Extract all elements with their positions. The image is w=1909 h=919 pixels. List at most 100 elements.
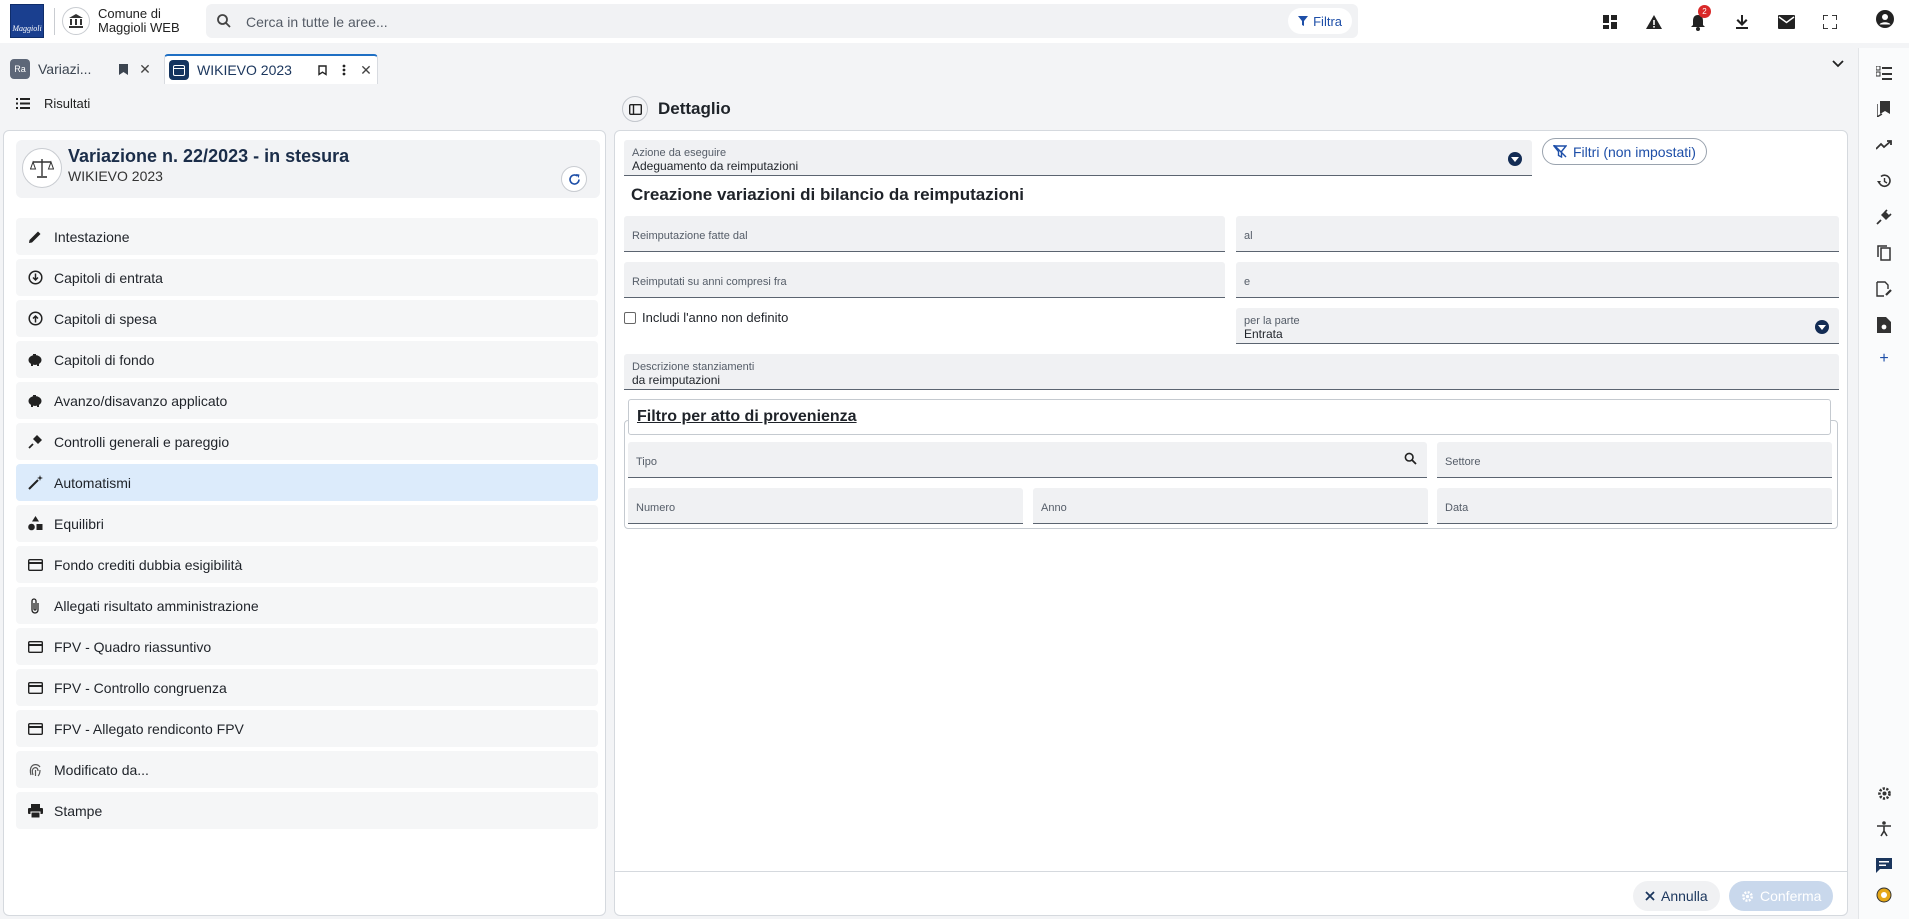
magic-wand-icon — [26, 474, 44, 492]
menu-item-label: Capitoli di entrata — [54, 269, 163, 286]
close-tab-icon[interactable]: ✕ — [134, 61, 156, 78]
maggioli-logo[interactable]: Maggioli — [10, 4, 44, 38]
notifications-icon[interactable]: 2 — [1684, 5, 1712, 36]
card-icon — [26, 556, 44, 574]
menu-item-label: FPV - Quadro riassuntivo — [54, 638, 212, 655]
menu-item-label: FPV - Allegato rendiconto FPV — [54, 720, 244, 737]
dashboard-icon[interactable] — [1596, 8, 1624, 36]
menu-item-allegati-risultato-amministrazione[interactable]: Allegati risultato amministrazione — [16, 587, 598, 624]
chat-icon[interactable] — [1875, 856, 1893, 874]
top-bar: Maggioli Comune di Maggioli WEB Cerca in… — [0, 0, 1909, 43]
checklist-icon[interactable] — [1875, 64, 1893, 82]
numero-label: Numero — [636, 502, 676, 514]
anni-e-field[interactable]: e — [1236, 262, 1839, 298]
bookmark-outline-icon[interactable] — [311, 64, 333, 76]
pencil-icon — [26, 228, 44, 246]
includi-anno-checkbox[interactable] — [624, 311, 636, 324]
confirm-button[interactable]: Conferma — [1729, 881, 1834, 911]
menu-item-intestazione[interactable]: Intestazione — [16, 218, 598, 255]
chevron-down-icon[interactable] — [1832, 60, 1844, 68]
menu-item-label: Stampe — [54, 802, 103, 819]
azione-select[interactable]: Azione da eseguire Adeguamento da reimpu… — [624, 140, 1532, 176]
fullscreen-icon[interactable] — [1816, 8, 1844, 36]
parte-select[interactable]: per la parte Entrata — [1236, 308, 1839, 344]
refresh-button[interactable] — [561, 166, 587, 192]
filters-button[interactable]: Filtri (non impostati) — [1542, 138, 1707, 165]
dropdown-arrow-icon[interactable] — [1815, 320, 1829, 334]
tab-wikievo[interactable]: WIKIEVO 2023 ✕ — [164, 54, 378, 84]
anno-field[interactable]: Anno — [1033, 488, 1428, 524]
town-hall-icon[interactable] — [62, 7, 90, 35]
town-name-line1: Comune di — [98, 6, 161, 21]
gear-icon[interactable] — [1875, 784, 1893, 802]
funnel-icon — [1298, 16, 1309, 26]
descrizione-field[interactable]: Descrizione stanziamenti da reimputazion… — [624, 354, 1839, 390]
menu-item-fondo-crediti-dubbia-esigibilit[interactable]: Fondo crediti dubbia esigibilità — [16, 546, 598, 583]
tab-variazioni[interactable]: Ra Variazi... ✕ — [6, 54, 156, 84]
menu-item-automatismi[interactable]: Automatismi — [16, 464, 598, 501]
settore-field[interactable]: Settore — [1437, 442, 1832, 478]
tipo-field[interactable]: Tipo — [628, 442, 1427, 478]
menu-item-avanzo-disavanzo-applicato[interactable]: Avanzo/disavanzo applicato — [16, 382, 598, 419]
data-field[interactable]: Data — [1437, 488, 1832, 524]
menu-item-capitoli-di-entrata[interactable]: Capitoli di entrata — [16, 259, 598, 296]
trending-up-icon[interactable] — [1875, 136, 1893, 154]
reimputazione-dal-field[interactable]: Reimputazione fatte dal — [624, 216, 1225, 252]
download-icon[interactable] — [1728, 8, 1756, 36]
balance-scale-icon — [22, 148, 62, 188]
settore-label: Settore — [1445, 456, 1481, 468]
menu-item-capitoli-di-spesa[interactable]: Capitoli di spesa — [16, 300, 598, 337]
menu-item-fpv-allegato-rendiconto-fpv[interactable]: FPV - Allegato rendiconto FPV — [16, 710, 598, 747]
piggy-bank-icon — [26, 351, 44, 369]
filters-label: Filtri (non impostati) — [1573, 143, 1696, 160]
paperclip-icon — [26, 597, 44, 615]
tab-label: Variazi... — [38, 61, 92, 77]
gear-icon — [1741, 890, 1754, 903]
menu-item-modificato-da[interactable]: Modificato da... — [16, 751, 598, 788]
help-lifebuoy-icon[interactable] — [1875, 886, 1893, 904]
anni-e-label: e — [1244, 276, 1251, 288]
menu-item-capitoli-di-fondo[interactable]: Capitoli di fondo — [16, 341, 598, 378]
town-name[interactable]: Comune di Maggioli WEB — [98, 7, 180, 35]
bookmark-icon[interactable] — [112, 63, 134, 75]
menu-item-fpv-controllo-congruenza[interactable]: FPV - Controllo congruenza — [16, 669, 598, 706]
user-account-icon[interactable] — [1876, 10, 1894, 28]
filter-button[interactable]: Filtra — [1288, 8, 1352, 34]
right-toolbar: + — [1858, 48, 1909, 919]
menu-item-label: Equilibri — [54, 515, 104, 532]
menu-item-label: Avanzo/disavanzo applicato — [54, 392, 228, 409]
results-header: Risultati — [16, 96, 90, 111]
anni-fra-field[interactable]: Reimputati su anni compresi fra — [624, 262, 1225, 298]
reimputazione-al-field[interactable]: al — [1236, 216, 1839, 252]
menu-item-controlli-generali-e-pareggio[interactable]: Controlli generali e pareggio — [16, 423, 598, 460]
document-edit-icon[interactable] — [1875, 280, 1893, 298]
list-icon[interactable] — [16, 98, 30, 109]
copy-icon[interactable] — [1875, 244, 1893, 262]
menu-item-fpv-quadro-riassuntivo[interactable]: FPV - Quadro riassuntivo — [16, 628, 598, 665]
search-input[interactable]: Cerca in tutte le aree... — [246, 14, 388, 30]
accessibility-icon[interactable] — [1875, 820, 1893, 838]
window-app-icon — [169, 60, 189, 80]
search-icon[interactable] — [1404, 452, 1417, 465]
global-search[interactable]: Cerca in tutte le aree... Filtra — [206, 4, 1358, 38]
data-label: Data — [1445, 502, 1469, 514]
more-vert-icon[interactable] — [333, 64, 355, 76]
add-icon[interactable]: + — [1875, 350, 1893, 368]
dropdown-arrow-icon[interactable] — [1508, 152, 1522, 166]
panel-toggle-icon[interactable] — [622, 96, 648, 122]
cancel-button[interactable]: Annulla — [1633, 881, 1720, 911]
document-app-icon: Ra — [10, 59, 30, 79]
tipo-label: Tipo — [636, 456, 657, 468]
includi-anno-checkbox-row[interactable]: Includi l'anno non definito — [624, 310, 788, 325]
history-icon[interactable] — [1875, 172, 1893, 190]
menu-item-equilibri[interactable]: Equilibri — [16, 505, 598, 542]
document-settings-icon[interactable] — [1875, 316, 1893, 334]
numero-field[interactable]: Numero — [628, 488, 1023, 524]
menu-item-stampe[interactable]: Stampe — [16, 792, 598, 829]
azione-label: Azione da eseguire — [632, 147, 727, 159]
close-tab-icon[interactable]: ✕ — [355, 62, 377, 79]
plug-icon[interactable] — [1875, 208, 1893, 226]
bookmarks-icon[interactable] — [1875, 100, 1893, 118]
warning-icon[interactable] — [1640, 8, 1668, 36]
mail-icon[interactable] — [1772, 8, 1800, 36]
